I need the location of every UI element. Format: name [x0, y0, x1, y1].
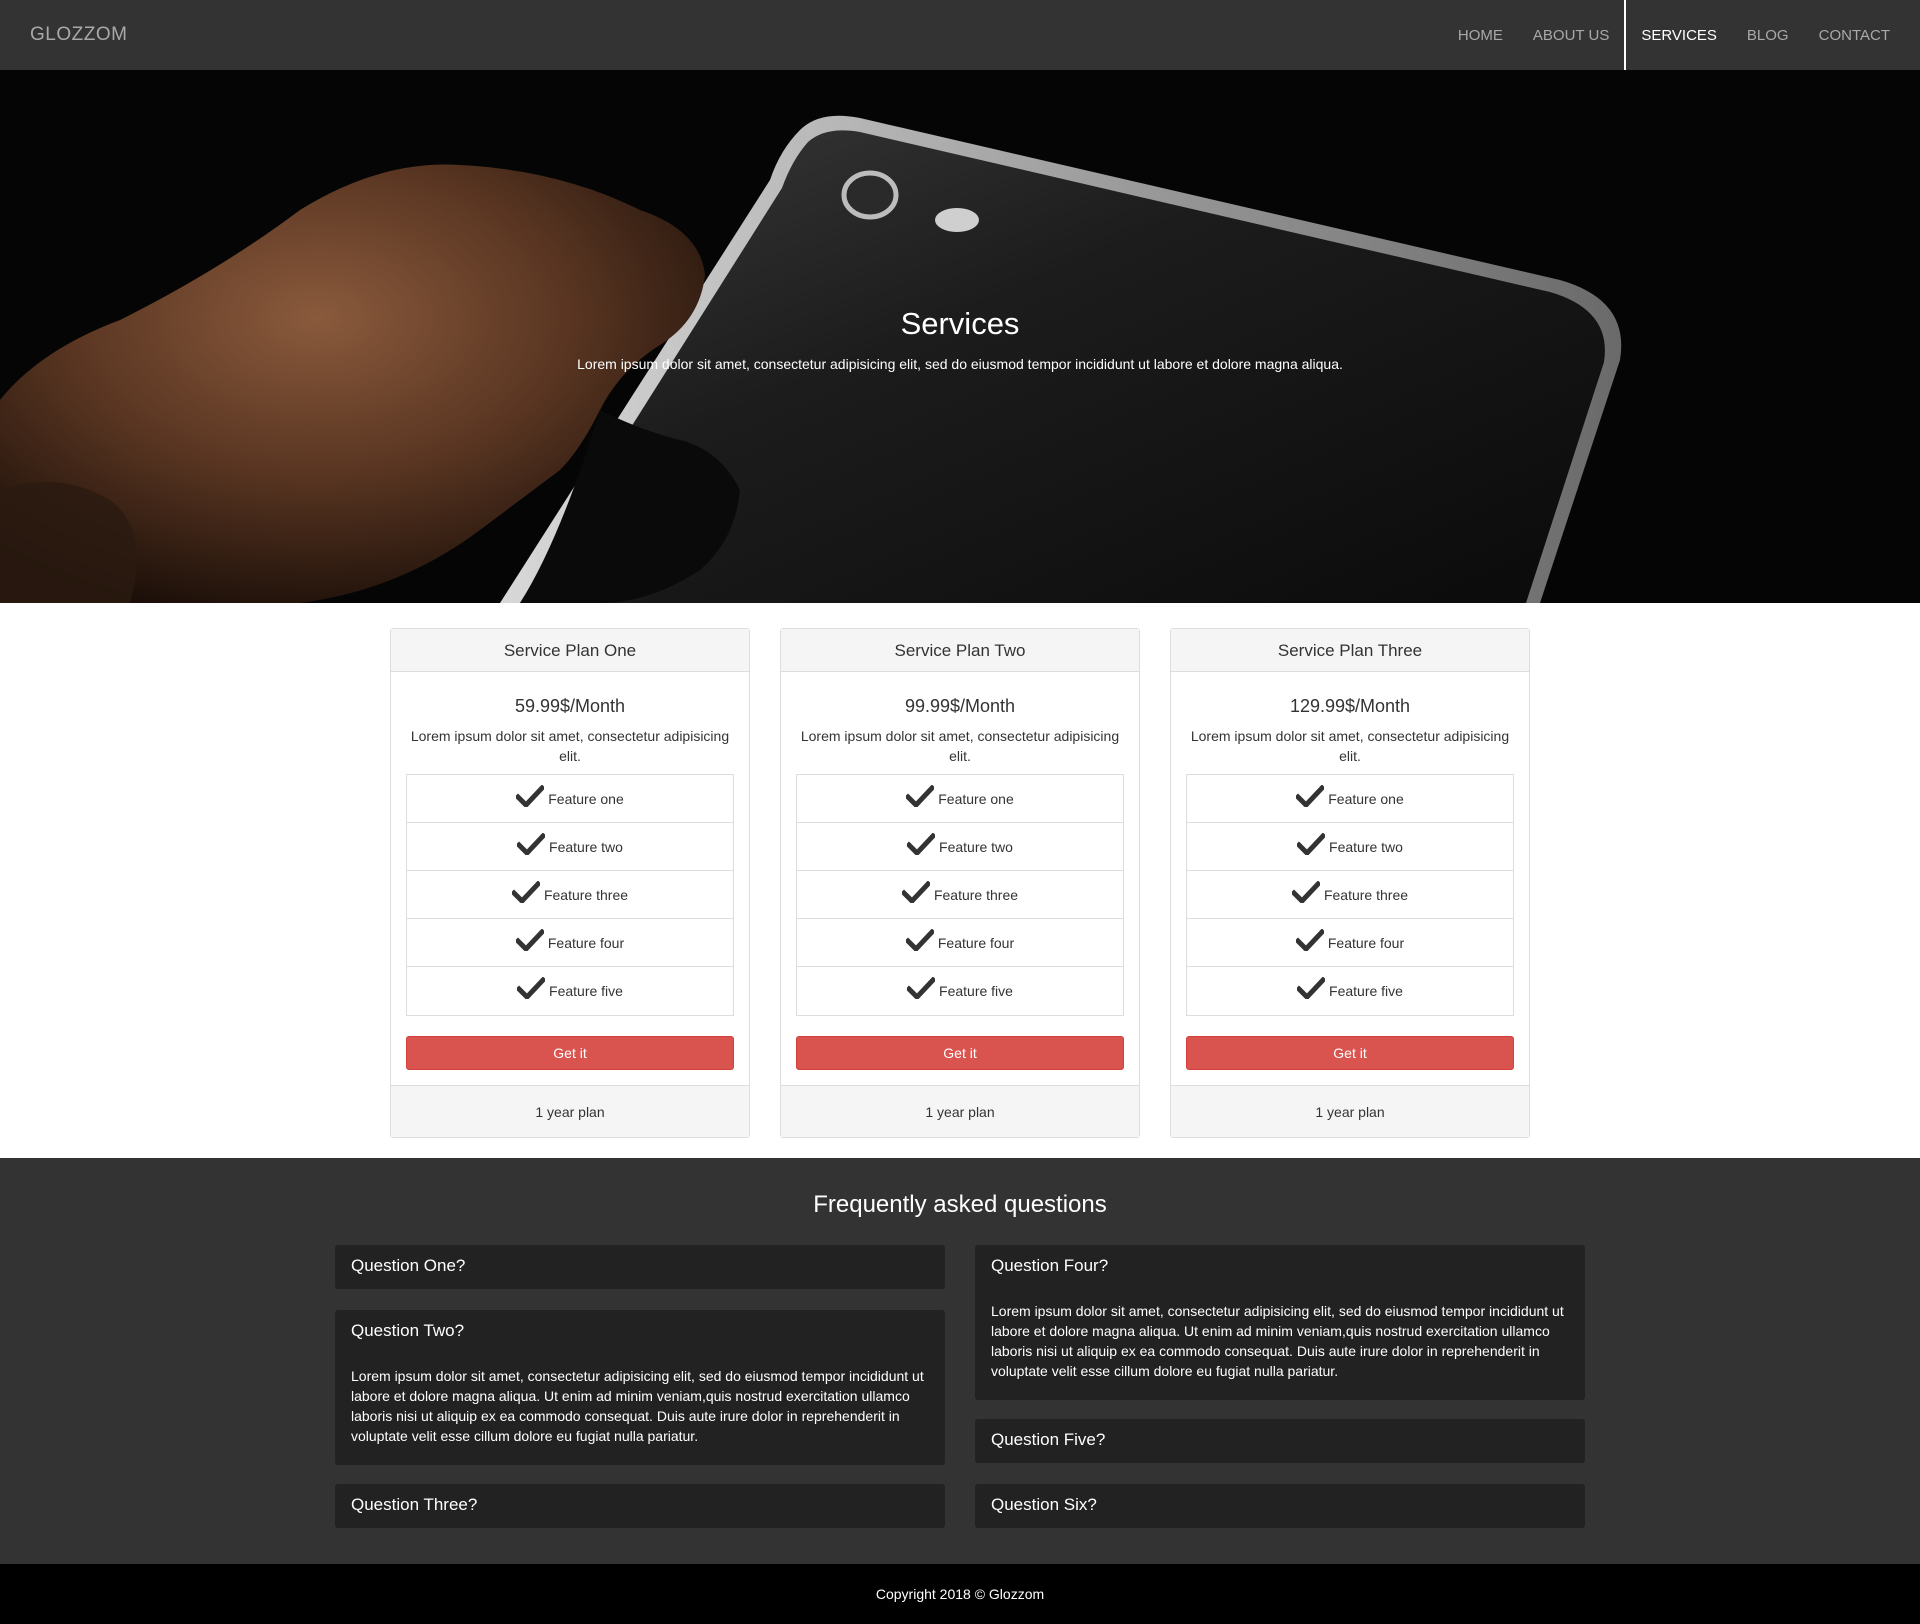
site-footer: Copyright 2018 © Glozzom: [0, 1564, 1920, 1624]
faq-item-two[interactable]: Question Two? Lorem ipsum dolor sit amet…: [335, 1310, 945, 1465]
faq-title: Frequently asked questions: [813, 1191, 1107, 1218]
navbar: GLOZZOM HOME ABOUT US SERVICES BLOG CONT…: [0, 0, 1920, 70]
feature-label: Feature three: [543, 886, 629, 903]
nav-item-contact[interactable]: CONTACT: [1804, 0, 1920, 70]
plan-name: Service Plan Two: [781, 629, 1139, 672]
check-icon: [905, 928, 934, 951]
nav-item-home[interactable]: HOME: [1443, 0, 1518, 70]
list-item: Feature four: [1187, 919, 1513, 967]
check-icon: [1297, 977, 1326, 999]
plan-price: 99.99$/Month: [904, 696, 1016, 716]
feature-label: Feature three: [1323, 886, 1409, 903]
feature-label: Feature four: [937, 934, 1015, 951]
check-icon: [906, 784, 935, 807]
feature-label: Feature four: [1327, 934, 1405, 951]
check-icon: [516, 784, 545, 807]
list-item: Feature four: [797, 919, 1123, 967]
list-item: Feature two: [797, 823, 1123, 871]
feature-label: Feature three: [933, 886, 1019, 903]
check-icon: [517, 832, 546, 855]
faq-item-one[interactable]: Question One?: [335, 1245, 945, 1289]
list-item: Feature two: [1187, 823, 1513, 871]
plan-description: Lorem ipsum dolor sit amet, consectetur …: [410, 728, 730, 764]
plan-price: 59.99$/Month: [514, 696, 626, 716]
faq-question[interactable]: Question Two?: [335, 1310, 945, 1352]
plan-price: 129.99$/Month: [1289, 696, 1411, 716]
faq-item-six[interactable]: Question Six?: [975, 1484, 1585, 1528]
plan-term: 1 year plan: [391, 1085, 749, 1137]
feature-label: Feature two: [1329, 838, 1403, 855]
check-icon: [901, 880, 930, 903]
check-icon: [1297, 832, 1326, 855]
faq-question[interactable]: Question Six?: [975, 1484, 1585, 1526]
faq-question[interactable]: Question Five?: [975, 1419, 1585, 1461]
check-icon: [907, 832, 936, 855]
feature-label: Feature one: [938, 790, 1014, 807]
list-item: Feature four: [407, 919, 733, 967]
faq-question[interactable]: Question Three?: [335, 1484, 945, 1526]
check-icon: [517, 977, 546, 999]
get-it-button[interactable]: Get it: [796, 1036, 1124, 1070]
check-icon: [511, 880, 540, 903]
plan-description: Lorem ipsum dolor sit amet, consectetur …: [800, 728, 1120, 764]
plan-card-three: Service Plan Three 129.99$/Month Lorem i…: [1170, 628, 1530, 1138]
faq-answer: Lorem ipsum dolor sit amet, consectetur …: [351, 1368, 924, 1444]
feature-label: Feature five: [939, 983, 1013, 999]
list-item: Feature three: [797, 871, 1123, 919]
faq-question[interactable]: Question One?: [335, 1245, 945, 1287]
check-icon: [1296, 784, 1325, 807]
check-icon: [1291, 880, 1320, 903]
feature-label: Feature two: [939, 838, 1013, 855]
feature-list: Feature one Feature two Feature three Fe…: [796, 774, 1124, 1016]
feature-label: Feature five: [1329, 983, 1403, 999]
faq-item-four[interactable]: Question Four? Lorem ipsum dolor sit ame…: [975, 1245, 1585, 1400]
hero-banner: Services Lorem ipsum dolor sit amet, con…: [0, 70, 1920, 603]
get-it-button[interactable]: Get it: [1186, 1036, 1514, 1070]
pricing-section: Service Plan One 59.99$/Month Lorem ipsu…: [0, 603, 1920, 1158]
check-icon: [907, 977, 936, 999]
plan-term: 1 year plan: [781, 1085, 1139, 1137]
list-item: Feature five: [797, 967, 1123, 1015]
hero-subtitle: Lorem ipsum dolor sit amet, consectetur …: [577, 356, 1343, 372]
faq-section: Frequently asked questions Question One?…: [0, 1158, 1920, 1564]
hero-title: Services: [900, 306, 1020, 341]
feature-label: Feature four: [547, 934, 625, 951]
list-item: Feature one: [407, 775, 733, 823]
feature-label: Feature five: [549, 983, 623, 999]
plan-description: Lorem ipsum dolor sit amet, consectetur …: [1190, 728, 1510, 764]
list-item: Feature one: [797, 775, 1123, 823]
list-item: Feature three: [407, 871, 733, 919]
list-item: Feature five: [407, 967, 733, 1015]
faq-item-five[interactable]: Question Five?: [975, 1419, 1585, 1463]
plan-name: Service Plan Three: [1171, 629, 1529, 672]
list-item: Feature two: [407, 823, 733, 871]
nav-menu: HOME ABOUT US SERVICES BLOG CONTACT: [1443, 0, 1920, 70]
check-icon: [1295, 928, 1324, 951]
list-item: Feature five: [1187, 967, 1513, 1015]
check-icon: [515, 928, 544, 951]
get-it-button[interactable]: Get it: [406, 1036, 734, 1070]
feature-label: Feature one: [1328, 790, 1404, 807]
brand-logo[interactable]: GLOZZOM: [30, 24, 127, 46]
plan-card-one: Service Plan One 59.99$/Month Lorem ipsu…: [390, 628, 750, 1138]
faq-answer: Lorem ipsum dolor sit amet, consectetur …: [991, 1303, 1564, 1379]
nav-item-services[interactable]: SERVICES: [1624, 0, 1732, 70]
feature-label: Feature one: [548, 790, 624, 807]
feature-list: Feature one Feature two Feature three Fe…: [1186, 774, 1514, 1016]
faq-question[interactable]: Question Four?: [975, 1245, 1585, 1287]
feature-label: Feature two: [549, 838, 623, 855]
plan-term: 1 year plan: [1171, 1085, 1529, 1137]
faq-item-three[interactable]: Question Three?: [335, 1484, 945, 1528]
plan-name: Service Plan One: [391, 629, 749, 672]
list-item: Feature one: [1187, 775, 1513, 823]
nav-item-blog[interactable]: BLOG: [1732, 0, 1804, 70]
nav-item-about-us[interactable]: ABOUT US: [1518, 0, 1624, 70]
list-item: Feature three: [1187, 871, 1513, 919]
copyright-text: Copyright 2018 © Glozzom: [875, 1586, 1045, 1602]
feature-list: Feature one Feature two Feature three Fe…: [406, 774, 734, 1016]
plan-card-two: Service Plan Two 99.99$/Month Lorem ipsu…: [780, 628, 1140, 1138]
